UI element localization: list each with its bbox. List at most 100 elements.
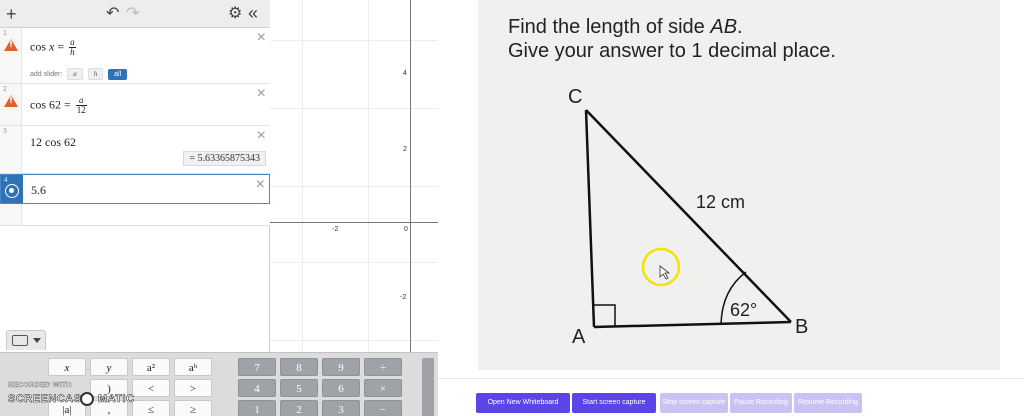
expression-math-3[interactable]: 12 cos 62 [30,135,76,150]
expression-index: 4 [4,177,8,184]
delete-expression-icon[interactable]: × [257,86,266,102]
x-tick-label: 0 [404,226,408,233]
math-equals: = [57,39,65,54]
expression-toolbar: + ↶ ↷ ⚙ « [0,0,270,28]
resume-recording-button[interactable]: Resume Recording [794,393,862,413]
mouse-cursor-icon [659,265,671,280]
vertex-label-c: C [568,86,583,108]
open-whiteboard-button[interactable]: Open New Whiteboard [476,393,570,413]
math-cos: cos [30,39,46,54]
key-7[interactable]: 7 [238,358,276,376]
add-slider-row: add slider: a h all [30,68,128,80]
panel-gap [438,0,478,378]
slider-all-button[interactable]: all [108,69,128,80]
key-6[interactable]: 6 [322,379,360,397]
vertex-label-a: A [572,326,586,348]
expression-row-1[interactable]: 1 cos x = a h add slider: a h all × [0,28,270,84]
grid-line [270,186,438,187]
expression-index: 1 [3,30,7,37]
grid-line [270,262,438,263]
key-8[interactable]: 8 [280,358,318,376]
y-tick-label: -2 [400,294,407,301]
expression-math-4[interactable]: 5.6 [31,183,46,198]
expression-list: + ↶ ↷ ⚙ « 1 cos x = a h add slider: [0,0,270,352]
expression-row-4[interactable]: 4 5.6 × [0,174,270,204]
key-minus[interactable]: − [364,400,402,416]
expression-gutter: 3 [0,126,22,173]
expression-index: 3 [3,128,7,135]
watermark-right-text: MATIC [98,393,135,406]
settings-gear-icon[interactable]: ⚙ [228,4,242,24]
slider-a-button[interactable]: a [67,68,83,80]
keyboard-icon [12,335,28,346]
screencast-watermark: RECORDED WITH SCREENCAST MATIC [8,382,138,416]
expression-row-2[interactable]: 2 cos 62 = a 12 × [0,84,270,126]
key-5[interactable]: 5 [280,379,318,397]
add-item-button[interactable]: + [6,4,17,24]
triangle-side-ab [593,320,792,329]
triangle-side-ca [584,109,596,328]
key-x[interactable]: x [65,362,70,374]
key-a-power-b[interactable]: aᵇ [174,358,212,376]
keypad-toggle-button[interactable] [6,330,46,350]
expression-gutter [0,204,22,225]
expression-gutter: 4 [1,175,23,203]
fraction-denominator: h [70,47,75,57]
evaluation-result: = 5.63365875343 [183,151,266,166]
expression-math-1[interactable]: cos x = a h [30,38,76,57]
key-greater-than[interactable]: > [174,379,212,397]
y-tick-label: 2 [403,146,407,153]
add-slider-label: add slider: [30,71,63,78]
triangle-side-cb [585,109,792,323]
hypotenuse-label: 12 cm [696,192,746,212]
watermark-top-text: RECORDED WITH [8,382,72,389]
fraction-denominator: 12 [76,105,86,115]
key-geq[interactable]: ≥ [174,400,212,416]
x-axis [270,222,438,223]
expression-gutter: 1 [0,28,22,83]
expression-index: 2 [3,86,7,93]
math-var: x [49,39,55,54]
expression-row-3[interactable]: 3 12 cos 62 = 5.63365875343 × [0,126,270,174]
key-a-squared[interactable]: a² [132,358,170,376]
watermark-left-text: SCREENCAST [8,393,89,406]
y-tick-label: 4 [403,70,407,77]
chevron-down-icon [33,338,41,343]
watermark-logo-icon [80,392,94,406]
grid-line [270,108,438,109]
keypad-edge-key[interactable] [422,358,434,416]
grid-line [270,340,438,341]
warning-icon[interactable] [4,39,18,51]
recording-toolbar: Open New Whiteboard Start screen capture… [438,378,1024,416]
key-4[interactable]: 4 [238,379,276,397]
key-multiply[interactable]: × [364,379,402,397]
delete-expression-icon[interactable]: × [256,177,265,193]
start-screen-capture-button[interactable]: Start screen capture [572,393,656,413]
expression-row-empty[interactable] [0,204,270,226]
delete-expression-icon[interactable]: × [257,128,266,144]
grid-line [270,40,438,41]
warning-icon[interactable] [4,95,18,107]
math-lhs: cos 62 = [30,97,71,112]
angle-label: 62° [730,300,758,320]
vertex-label-b: B [795,316,809,338]
key-2[interactable]: 2 [280,400,318,416]
right-angle-marker [594,304,616,327]
collapse-list-button[interactable]: « [248,4,258,24]
redo-button[interactable]: ↷ [126,4,139,24]
key-3[interactable]: 3 [322,400,360,416]
key-1[interactable]: 1 [238,400,276,416]
screen: + ↶ ↷ ⚙ « 1 cos x = a h add slider: [0,0,1024,416]
slider-h-button[interactable]: h [87,68,104,80]
pause-recording-button[interactable]: Pause Recording [730,393,792,413]
undo-button[interactable]: ↶ [106,4,119,24]
stop-screen-capture-button[interactable]: Stop screen capture [660,393,728,413]
key-divide[interactable]: ÷ [364,358,402,376]
delete-expression-icon[interactable]: × [257,30,266,46]
graph-toggle-icon[interactable] [5,184,19,198]
key-y[interactable]: y [107,362,112,374]
math-fraction: a h [69,38,76,57]
key-9[interactable]: 9 [322,358,360,376]
math-fraction: a 12 [75,96,87,115]
expression-math-2[interactable]: cos 62 = a 12 [30,96,87,115]
